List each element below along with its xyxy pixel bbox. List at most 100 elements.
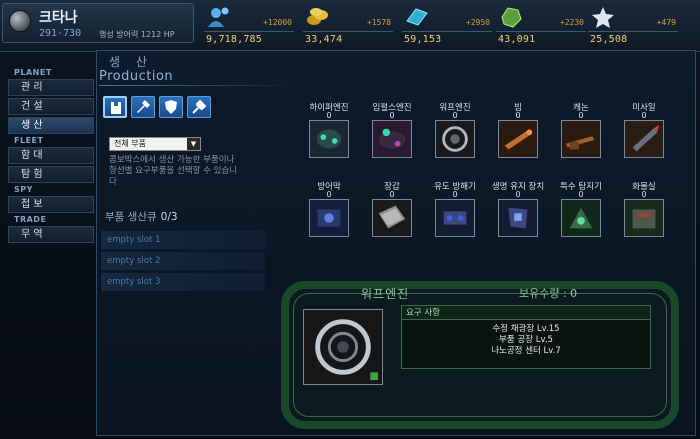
part-filter-value: 전체 부품: [114, 139, 146, 148]
part-qty: 0: [578, 190, 584, 199]
planet-globe-icon: [9, 10, 31, 32]
part-qty: 0: [578, 111, 584, 120]
part-life-support[interactable]: 생명 유지 장치 0: [487, 180, 549, 238]
divider: [496, 31, 586, 32]
crystal-icon: [406, 8, 428, 26]
crystal-increment: +2950: [465, 18, 490, 27]
sidebar-item-trade[interactable]: 무 역: [8, 226, 94, 243]
life-support-icon[interactable]: [498, 199, 538, 237]
tab-hull[interactable]: [103, 96, 127, 118]
detail-owned-count: 보유수량 : 0: [519, 287, 578, 300]
part-qty: 0: [515, 111, 521, 120]
part-beam[interactable]: 빔 0: [487, 101, 549, 159]
sidebar-item-produce[interactable]: 생 산: [8, 117, 94, 134]
resource-mineral: +2230 43,091: [496, 4, 588, 46]
missile-icon[interactable]: [624, 120, 664, 158]
sidebar-item-fleet[interactable]: 함 대: [8, 147, 94, 164]
divider: [204, 31, 294, 32]
part-qty: 0: [326, 190, 332, 199]
sidebar: PLANET 관 리 건 설 생 산 FLEET 함 대 탐 험 SPY 첩 보…: [8, 66, 94, 245]
part-cargo[interactable]: 화물실 0: [613, 180, 675, 238]
gold-increment: +1578: [366, 18, 391, 27]
planet-defense: 행성 방어력 1212 HP: [99, 30, 175, 39]
weapon-icon: [137, 100, 150, 113]
part-detail-panel: 워프엔진 보유수량 : 0 요구 사항 수정 채광장 Lv.15 부품 공장 L…: [281, 281, 679, 429]
sidebar-item-manage[interactable]: 관 리: [8, 79, 94, 96]
population-amount: 9,718,785: [206, 34, 262, 45]
part-cannon[interactable]: 캐논 0: [550, 101, 612, 159]
divider: [402, 31, 492, 32]
top-bar: 크타나 291-730 행성 방어력 1212 HP +12000 9,718,…: [0, 0, 700, 52]
mineral-increment: +2230: [559, 18, 584, 27]
warp-engine-icon: [303, 309, 383, 385]
shield-generator-icon[interactable]: [309, 199, 349, 237]
requirements-box: 요구 사항 수정 채광장 Lv.15 부품 공장 Lv.5 나노공정 센터 Lv…: [401, 305, 651, 369]
part-detector[interactable]: 특수 탐지기 0: [550, 180, 612, 238]
chevron-down-icon: ▼: [187, 138, 200, 150]
requirements-title: 요구 사항: [402, 306, 650, 320]
sidebar-item-intel[interactable]: 첩 보: [8, 196, 94, 213]
part-armor[interactable]: 장갑 0: [361, 180, 423, 238]
divider: [588, 31, 678, 32]
detector-icon[interactable]: [561, 199, 601, 237]
part-qty: 0: [641, 190, 647, 199]
tab-shield[interactable]: [159, 96, 183, 118]
device-icon: [192, 99, 207, 114]
resource-population: +12000 9,718,785: [204, 4, 296, 46]
section-spy: SPY: [14, 185, 33, 194]
requirement-item: 수정 채광장 Lv.15: [492, 324, 560, 334]
jammer-icon[interactable]: [435, 199, 475, 237]
hyper-engine-icon[interactable]: [309, 120, 349, 158]
queue-count: 0/3: [160, 211, 178, 223]
section-planet: PLANET: [14, 68, 52, 77]
queue-slot[interactable]: empty slot 2: [101, 252, 265, 270]
production-panel: 생 산 Production 전체 부품 ▼ 콤보박스에서 생산 가능한 부품이…: [96, 50, 696, 436]
cargo-icon[interactable]: [624, 199, 664, 237]
part-warp-engine[interactable]: 워프엔진 0: [424, 101, 486, 159]
queue-slot[interactable]: empty slot 1: [101, 231, 265, 249]
population-increment: +12000: [263, 18, 292, 27]
planet-coordinates: 291-730: [39, 28, 82, 39]
warp-engine-icon[interactable]: [435, 120, 475, 158]
resource-gold: +1578 33,474: [303, 4, 395, 46]
planet-info[interactable]: 크타나 291-730 행성 방어력 1212 HP: [2, 3, 194, 43]
part-shield-generator[interactable]: 방어막 0: [298, 180, 360, 238]
requirements-list: 수정 채광장 Lv.15 부품 공장 Lv.5 나노공정 센터 Lv.7: [402, 320, 650, 357]
cannon-icon[interactable]: [561, 120, 601, 158]
gold-coins-icon: [307, 8, 328, 25]
gold-amount: 33,474: [305, 34, 343, 45]
part-qty: 0: [389, 190, 395, 199]
sidebar-item-build[interactable]: 건 설: [8, 98, 94, 115]
divider: [303, 31, 393, 32]
section-fleet: FLEET: [14, 136, 44, 145]
part-filter-select[interactable]: 전체 부품 ▼: [109, 137, 201, 151]
resource-crystal: +2950 59,153: [402, 4, 494, 46]
part-impulse-engine[interactable]: 임펄스엔진 0: [361, 101, 423, 159]
armor-icon[interactable]: [372, 199, 412, 237]
part-hyper-engine[interactable]: 하이퍼엔진 0: [298, 101, 360, 159]
tab-weapon[interactable]: [131, 96, 155, 118]
star-amount: 25,508: [590, 34, 628, 45]
filter-description: 콤보박스에서 생산 가능한 부품이나 항선별 요구부품을 선택할 수 있습니다: [109, 155, 238, 187]
page-title-korean: 생 산: [109, 55, 153, 69]
part-qty: 0: [389, 111, 395, 120]
requirement-item: 나노공정 센터 Lv.7: [491, 346, 561, 356]
part-missile[interactable]: 미사일 0: [613, 101, 675, 159]
part-qty: 0: [641, 111, 647, 120]
ship-hull-icon: [111, 102, 121, 114]
tab-device[interactable]: [187, 96, 211, 118]
part-jammer[interactable]: 유도 방해기 0: [424, 180, 486, 238]
sidebar-item-explore[interactable]: 탐 험: [8, 166, 94, 183]
mineral-amount: 43,091: [498, 34, 536, 45]
game-window: 크타나 291-730 행성 방어력 1212 HP +12000 9,718,…: [0, 0, 700, 439]
queue-slot[interactable]: empty slot 3: [101, 273, 265, 291]
planet-name: 크타나: [39, 10, 78, 26]
impulse-engine-icon[interactable]: [372, 120, 412, 158]
part-qty: 0: [452, 111, 458, 120]
section-trade: TRADE: [14, 215, 47, 224]
detail-part-name: 워프엔진: [361, 287, 410, 301]
page-title: Production: [99, 69, 174, 84]
beam-icon[interactable]: [498, 120, 538, 158]
title-underline: [99, 85, 299, 86]
star-increment: +479: [656, 18, 676, 27]
